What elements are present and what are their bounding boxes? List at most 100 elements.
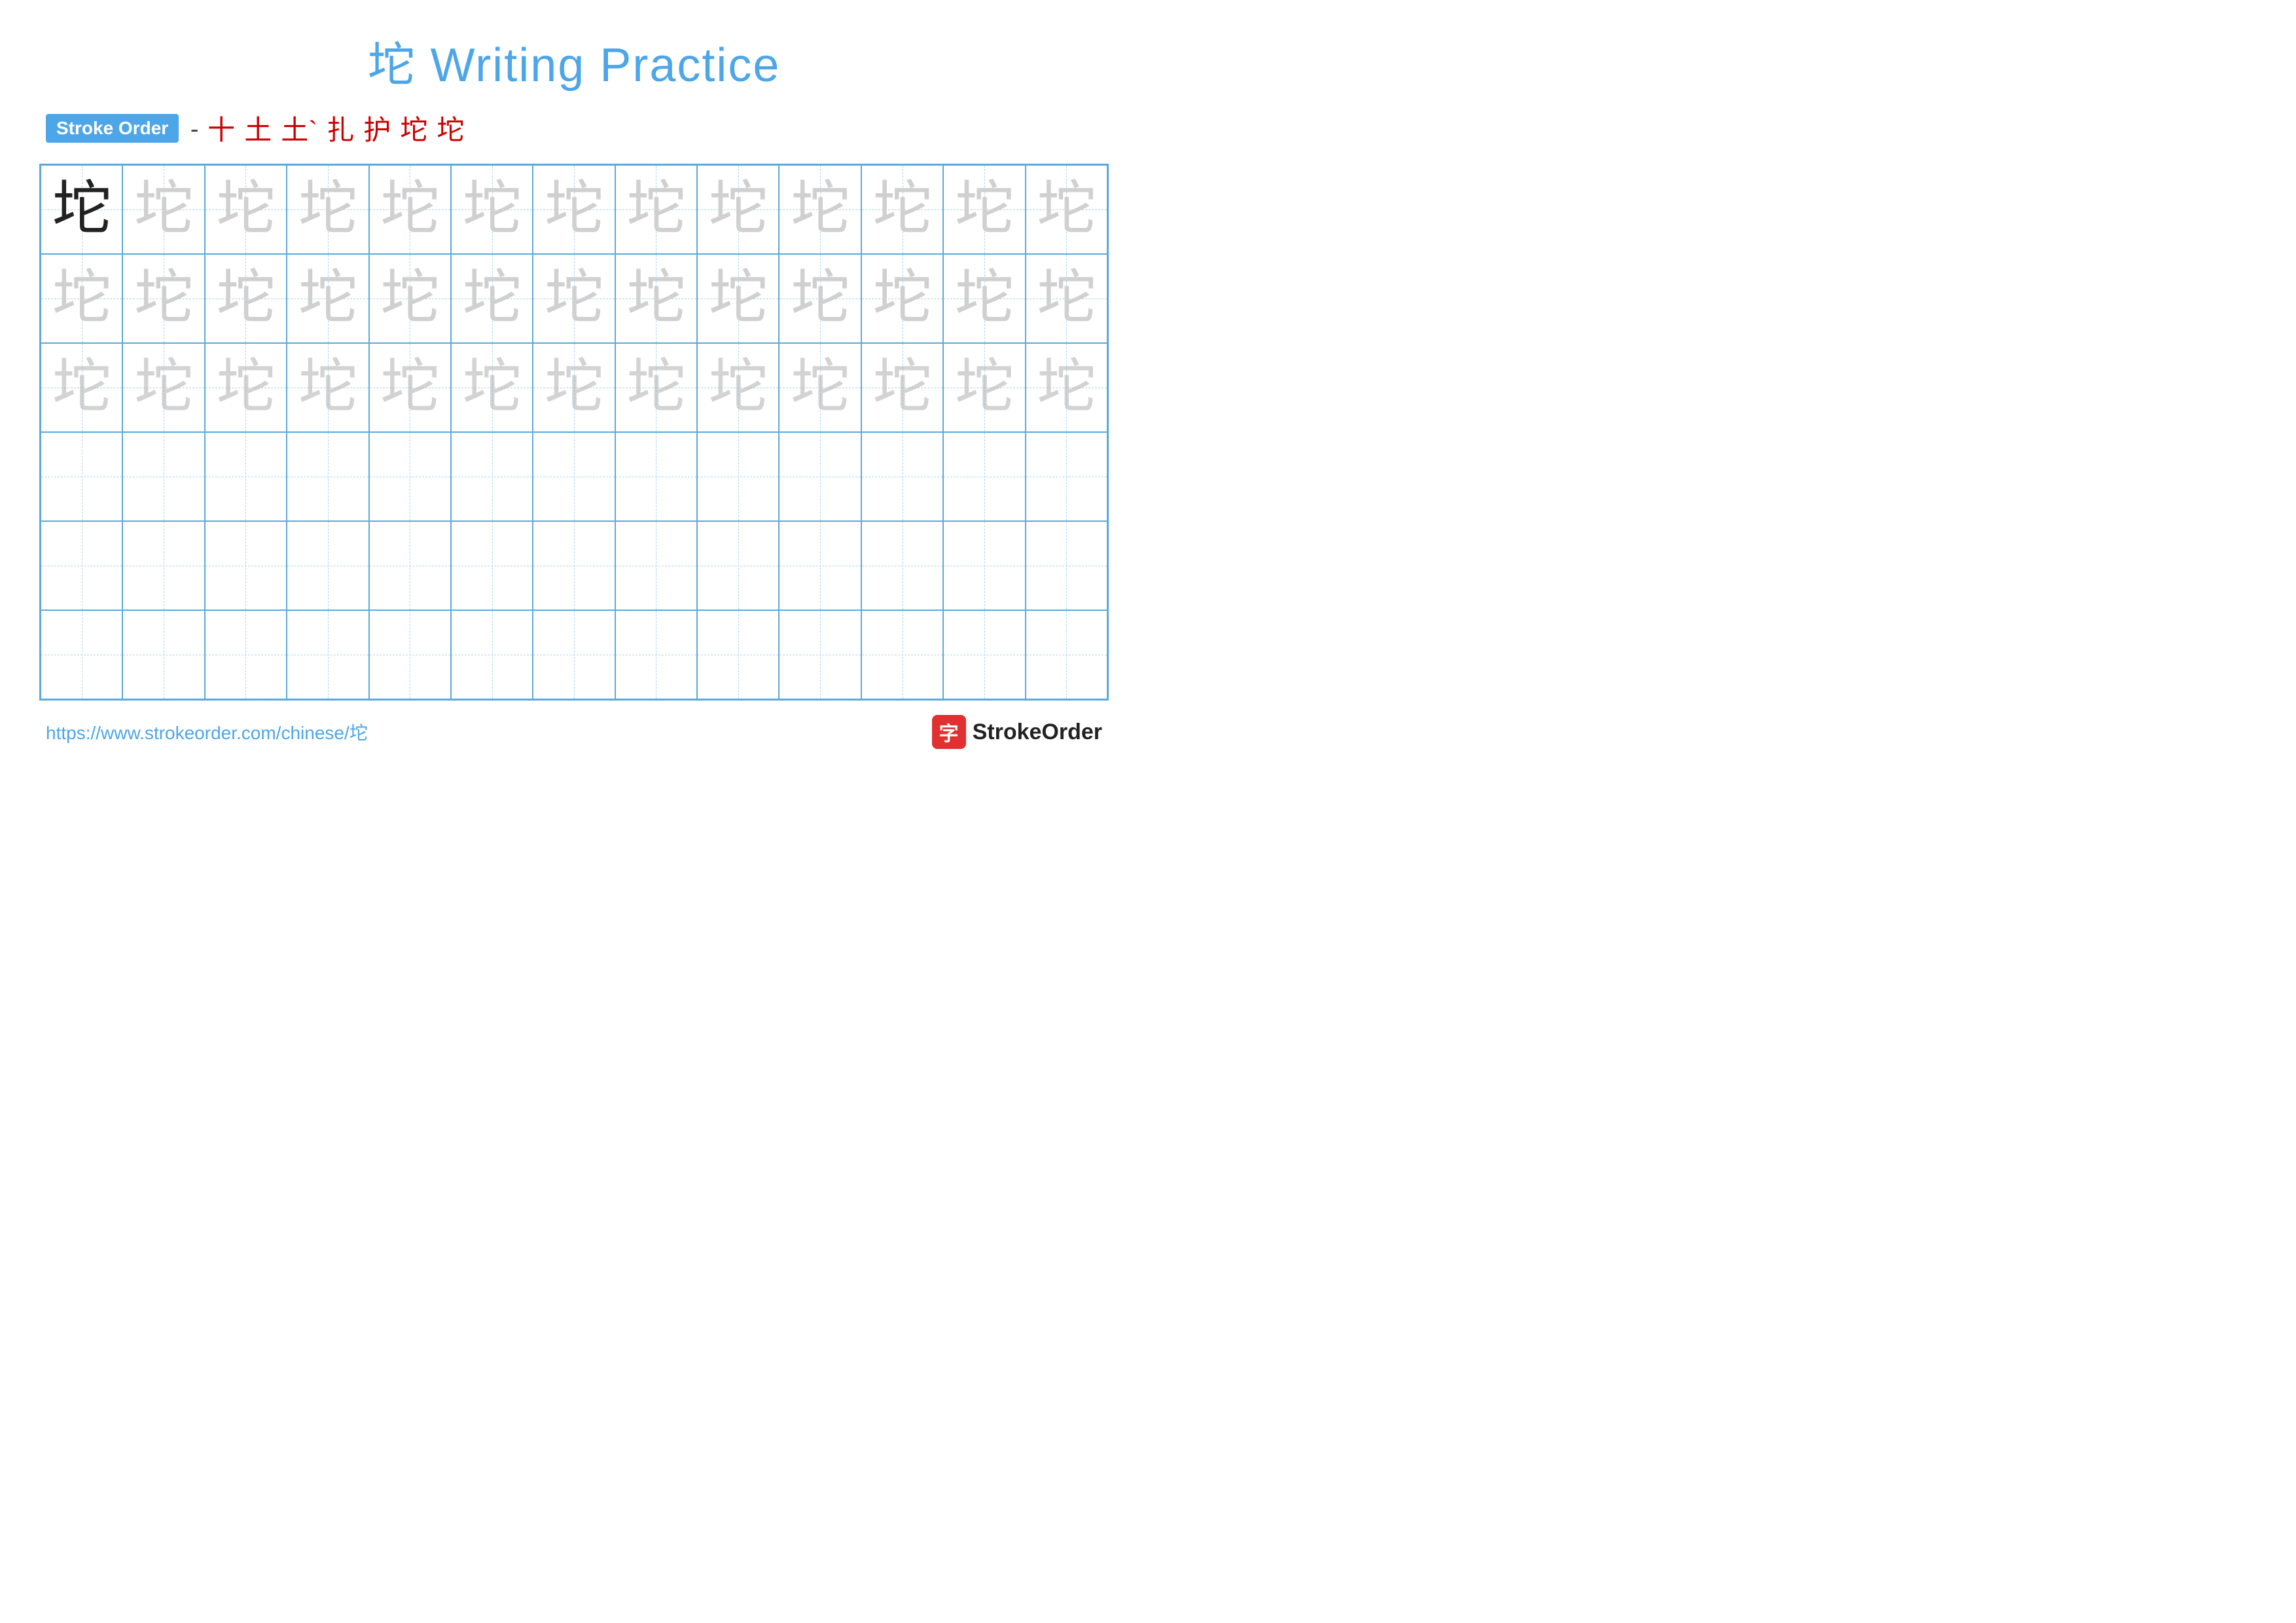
grid-cell[interactable]: 坨 (943, 165, 1025, 254)
grid-cell[interactable] (697, 610, 779, 699)
grid-cell[interactable] (287, 521, 368, 610)
grid-cell[interactable] (369, 610, 451, 699)
grid-cell[interactable] (287, 432, 368, 521)
grid-cell[interactable] (861, 432, 943, 521)
grid-cell[interactable]: 坨 (122, 343, 204, 432)
grid-cell[interactable]: 坨 (205, 254, 287, 343)
grid-cell[interactable]: 坨 (287, 165, 368, 254)
grid-cell[interactable] (861, 610, 943, 699)
grid-cell[interactable]: 坨 (205, 343, 287, 432)
practice-char: 坨 (52, 269, 111, 328)
grid-cell[interactable]: 坨 (943, 343, 1025, 432)
grid-cell[interactable] (779, 610, 861, 699)
grid-cell[interactable]: 坨 (287, 343, 368, 432)
grid-cell[interactable]: 坨 (861, 165, 943, 254)
grid-cell[interactable] (533, 610, 615, 699)
practice-char: 坨 (955, 180, 1014, 239)
practice-char: 坨 (1037, 269, 1096, 328)
practice-char: 坨 (545, 358, 603, 417)
grid-cell[interactable]: 坨 (41, 254, 122, 343)
grid-cell[interactable]: 坨 (779, 343, 861, 432)
grid-cell[interactable] (615, 432, 697, 521)
grid-cell[interactable] (779, 432, 861, 521)
grid-cell[interactable] (451, 610, 533, 699)
footer: https://www.strokeorder.com/chinese/坨 字 … (39, 715, 1109, 749)
grid-cell[interactable] (615, 521, 697, 610)
grid-cell[interactable] (697, 432, 779, 521)
grid-cell[interactable] (1026, 610, 1107, 699)
grid-cell[interactable] (861, 521, 943, 610)
grid-cell[interactable]: 坨 (697, 254, 779, 343)
practice-char: 坨 (380, 358, 439, 417)
grid-cell[interactable]: 坨 (697, 165, 779, 254)
grid-cell[interactable]: 坨 (1026, 254, 1107, 343)
grid-cell[interactable]: 坨 (287, 254, 368, 343)
grid-cell[interactable]: 坨 (451, 343, 533, 432)
grid-cell[interactable] (122, 432, 204, 521)
grid-cell[interactable] (779, 521, 861, 610)
grid-cell[interactable]: 坨 (451, 165, 533, 254)
grid-cell[interactable] (1026, 432, 1107, 521)
grid-cell[interactable]: 坨 (1026, 165, 1107, 254)
grid-cell[interactable] (615, 610, 697, 699)
practice-char: 坨 (216, 358, 275, 417)
grid-cell[interactable] (287, 610, 368, 699)
grid-cell[interactable] (943, 521, 1025, 610)
practice-char: 坨 (52, 180, 111, 239)
grid-cell[interactable]: 坨 (122, 254, 204, 343)
practice-char: 坨 (463, 358, 522, 417)
practice-char: 坨 (545, 180, 603, 239)
grid-cell[interactable] (451, 432, 533, 521)
footer-logo: 字 StrokeOrder (932, 715, 1102, 749)
grid-cell[interactable]: 坨 (369, 165, 451, 254)
grid-cell[interactable] (41, 610, 122, 699)
grid-cell[interactable]: 坨 (779, 254, 861, 343)
grid-cell[interactable]: 坨 (122, 165, 204, 254)
grid-cell[interactable] (533, 432, 615, 521)
practice-char: 坨 (709, 358, 768, 417)
grid-cell[interactable] (41, 521, 122, 610)
grid-cell[interactable] (533, 521, 615, 610)
grid-cell[interactable] (369, 521, 451, 610)
grid-cell[interactable] (697, 521, 779, 610)
grid-cell[interactable]: 坨 (697, 343, 779, 432)
grid-cell[interactable]: 坨 (615, 165, 697, 254)
grid-cell[interactable] (451, 521, 533, 610)
grid-cell[interactable]: 坨 (41, 343, 122, 432)
grid-cell[interactable]: 坨 (615, 254, 697, 343)
grid-cell[interactable]: 坨 (533, 165, 615, 254)
grid-cell[interactable]: 坨 (533, 343, 615, 432)
grid-cell[interactable] (205, 432, 287, 521)
grid-cell[interactable]: 坨 (369, 254, 451, 343)
grid-cell[interactable] (41, 432, 122, 521)
grid-cell[interactable] (122, 610, 204, 699)
practice-char: 坨 (1037, 358, 1096, 417)
practice-char: 坨 (463, 269, 522, 328)
practice-char: 坨 (298, 180, 357, 239)
grid-cell[interactable]: 坨 (615, 343, 697, 432)
practice-char: 坨 (545, 269, 603, 328)
grid-cell[interactable] (122, 521, 204, 610)
grid-cell[interactable]: 坨 (943, 254, 1025, 343)
grid-cell[interactable]: 坨 (861, 254, 943, 343)
grid-cell[interactable] (943, 432, 1025, 521)
grid-cell[interactable]: 坨 (779, 165, 861, 254)
grid-cell[interactable]: 坨 (533, 254, 615, 343)
grid-cell[interactable]: 坨 (861, 343, 943, 432)
grid-cell[interactable] (1026, 521, 1107, 610)
grid-cell[interactable]: 坨 (369, 343, 451, 432)
grid-cell[interactable]: 坨 (205, 165, 287, 254)
practice-char: 坨 (134, 269, 193, 328)
grid-cell[interactable]: 坨 (1026, 343, 1107, 432)
stroke-5: 护 (363, 108, 391, 148)
grid-cell[interactable] (369, 432, 451, 521)
grid-cell[interactable] (943, 610, 1025, 699)
grid-cell[interactable] (205, 610, 287, 699)
practice-char: 坨 (791, 180, 850, 239)
practice-char: 坨 (380, 269, 439, 328)
practice-char: 坨 (216, 180, 275, 239)
grid-cell[interactable]: 坨 (41, 165, 122, 254)
stroke-3: 土` (281, 108, 317, 148)
grid-cell[interactable] (205, 521, 287, 610)
grid-cell[interactable]: 坨 (451, 254, 533, 343)
